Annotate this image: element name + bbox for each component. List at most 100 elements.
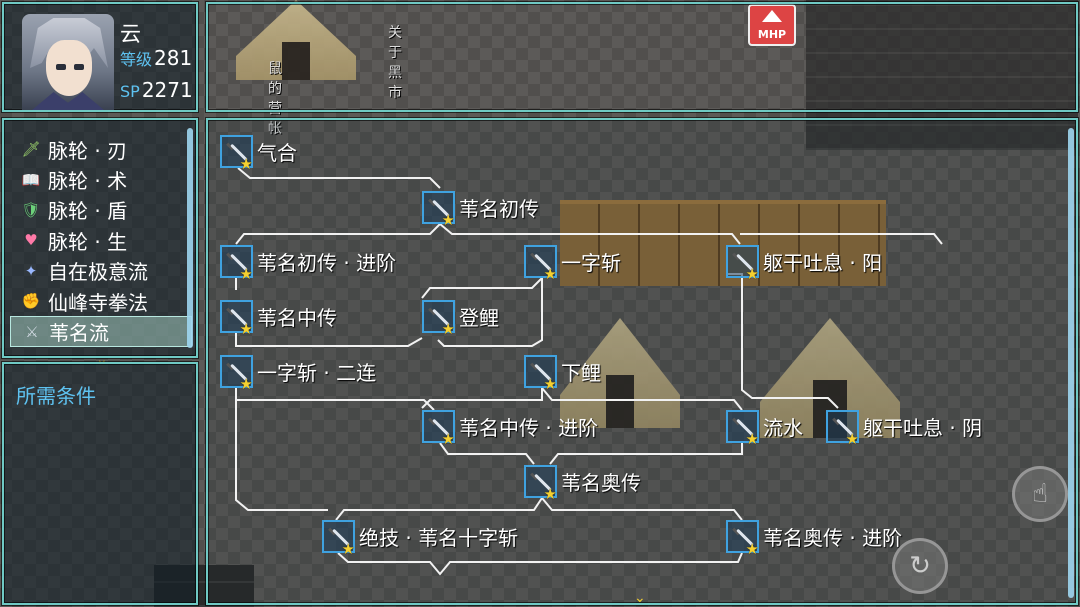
skill-type-item[interactable]: ⚔ 苇名流 — [10, 316, 192, 347]
skill-node[interactable]: ★ 苇名初传 — [422, 190, 539, 227]
skill-type-label: 脉轮 · 刃 — [48, 138, 128, 163]
skill-type-list: 🗡 脉轮 · 刃 📖 脉轮 · 术 🛡 脉轮 · 盾 ♥ 脉轮 · 生 ✦ 自在极意流 ✊ 仙峰寺拳法… — [10, 134, 192, 347]
skill-node[interactable]: ★ 苇名初传 · 进阶 — [220, 244, 397, 281]
tree-connector — [549, 443, 743, 465]
status-window: 云 等级 281 SP 2271 — [2, 2, 198, 112]
sword-icon: ⚔ — [25, 322, 39, 341]
skill-type-label: 仙峰寺拳法 — [48, 290, 148, 315]
tree-connector — [237, 167, 441, 189]
star-icon: ★ — [745, 429, 759, 448]
sword-skill-icon: ★ — [322, 519, 355, 556]
skill-type-window: 🗡 脉轮 · 刃 📖 脉轮 · 术 🛡 脉轮 · 盾 ♥ 脉轮 · 生 ✦ 自在极意流 ✊ 仙峰寺拳法… — [2, 118, 198, 368]
blade-chakra-icon: 🗡 — [21, 140, 41, 159]
skill-node[interactable]: ★ 下鲤 — [524, 354, 601, 391]
requirements-window: 所需条件 — [2, 362, 198, 605]
star-icon: ★ — [543, 264, 557, 283]
skill-type-item[interactable]: 📖 脉轮 · 术 — [16, 164, 192, 194]
character-name: 云 — [120, 22, 141, 46]
skill-tree-scrollbar[interactable] — [1068, 128, 1074, 598]
skill-node-label: 苇名初传 — [459, 196, 539, 221]
skill-node-label: 一字斩 · 二连 — [257, 360, 377, 385]
sword-skill-icon: ★ — [726, 519, 759, 556]
skill-type-label: 脉轮 · 盾 — [48, 199, 128, 224]
skill-node-label: 苇名初传 · 进阶 — [257, 250, 397, 275]
star-icon: ★ — [441, 319, 455, 338]
sword-skill-icon: ★ — [422, 299, 455, 336]
star-icon: ★ — [239, 154, 253, 173]
sword-skill-icon: ★ — [524, 244, 557, 281]
return-icon[interactable]: ↻ — [892, 538, 948, 594]
skill-node[interactable]: ★ 苇名中传 · 进阶 — [422, 409, 599, 446]
sword-skill-icon: ★ — [220, 244, 253, 281]
skill-node[interactable]: ★ 绝技 · 苇名十字斩 — [322, 519, 519, 556]
skill-node[interactable]: ★ 一字斩 — [524, 244, 621, 281]
skill-type-item[interactable]: ✊ 仙峰寺拳法 — [16, 286, 192, 316]
tree-connector — [235, 223, 441, 245]
skill-node[interactable]: ★ 气合 — [220, 134, 297, 171]
tree-connector — [337, 552, 743, 576]
skill-tree-window: ★ 气合 ★ 苇名初传 ★ 苇名初传 · 进阶 ★ 一字斩 ★ 躯干吐息 · 阳 ★ 苇名中传 ★ 登鲤 ★… — [206, 118, 1078, 605]
star-icon: ★ — [239, 319, 253, 338]
star-icon: ★ — [239, 374, 253, 393]
requirements-title: 所需条件 — [16, 384, 96, 408]
character-portrait — [22, 14, 114, 110]
skill-node-label: 躯干吐息 · 阳 — [763, 250, 883, 275]
skill-node-label: 苇名奥传 · 进阶 — [763, 525, 903, 550]
skill-node[interactable]: ★ 登鲤 — [422, 299, 499, 336]
sp-row: SP 2271 — [120, 78, 193, 102]
tree-connector — [421, 388, 543, 409]
tree-connector — [741, 278, 839, 409]
skill-type-label: 自在极意流 — [48, 260, 148, 285]
skill-node[interactable]: ★ 躯干吐息 · 阴 — [826, 409, 982, 446]
star-icon: ★ — [441, 210, 455, 229]
sword-skill-icon: ★ — [422, 409, 455, 446]
skill-node-label: 气合 — [257, 140, 297, 165]
tree-connector — [740, 233, 943, 245]
skill-node[interactable]: ★ 苇名奥传 · 进阶 — [726, 519, 903, 556]
tree-connector — [235, 388, 435, 411]
sword-skill-icon: ★ — [220, 354, 253, 391]
skill-node[interactable]: ★ 苇名奥传 — [524, 464, 641, 501]
skill-node[interactable]: ★ 躯干吐息 · 阳 — [726, 244, 883, 281]
skill-type-label: 苇名流 — [49, 321, 109, 346]
touch-icon[interactable]: ☝ — [1012, 466, 1068, 522]
sword-skill-icon: ★ — [726, 409, 759, 446]
tree-connector — [235, 388, 328, 511]
skill-node-label: 登鲤 — [459, 305, 499, 330]
level-label: 等级 — [120, 50, 153, 69]
skill-node-label: 一字斩 — [561, 250, 621, 275]
skill-node-label: 苇名奥传 — [561, 470, 641, 495]
sword-skill-icon: ★ — [524, 464, 557, 501]
star-icon: ★ — [441, 429, 455, 448]
skill-type-item[interactable]: ♥ 脉轮 · 生 — [16, 225, 192, 255]
chevron-down-icon[interactable]: ⌄ — [634, 590, 646, 606]
sp-value: 2271 — [141, 78, 193, 102]
tree-connector — [541, 387, 743, 411]
skill-type-item[interactable]: 🗡 脉轮 · 刃 — [16, 134, 192, 164]
star-icon: ★ — [745, 264, 759, 283]
sword-skill-icon: ★ — [220, 134, 253, 171]
sword-skill-icon: ★ — [422, 190, 455, 227]
skill-node-label: 苇名中传 · 进阶 — [459, 415, 599, 440]
skill-node[interactable]: ★ 流水 — [726, 409, 803, 446]
skill-node[interactable]: ★ 一字斩 · 二连 — [220, 354, 377, 391]
star-icon: ★ — [543, 374, 557, 393]
sword-skill-icon: ★ — [524, 354, 557, 391]
skill-type-item[interactable]: 🛡 脉轮 · 盾 — [16, 195, 192, 225]
top-center-frame — [206, 2, 1078, 112]
sword-skill-icon: ★ — [220, 299, 253, 336]
skill-node[interactable]: ★ 苇名中传 — [220, 299, 337, 336]
skill-node-label: 下鲤 — [561, 360, 601, 385]
skill-node-label: 流水 — [763, 415, 803, 440]
shield-chakra-icon: 🛡 — [21, 200, 41, 219]
tree-connector — [439, 223, 741, 245]
tree-connector — [541, 497, 743, 521]
skill-type-item[interactable]: ✦ 自在极意流 — [16, 256, 192, 286]
star-icon: ★ — [745, 539, 759, 558]
skill-node-label: 绝技 · 苇名十字斩 — [359, 525, 519, 550]
sword-skill-icon: ★ — [826, 409, 859, 446]
book-chakra-icon: 📖 — [21, 170, 41, 189]
tree-connector — [235, 333, 423, 347]
skill-type-scrollbar[interactable] — [187, 128, 193, 348]
star-icon: ★ — [845, 429, 859, 448]
